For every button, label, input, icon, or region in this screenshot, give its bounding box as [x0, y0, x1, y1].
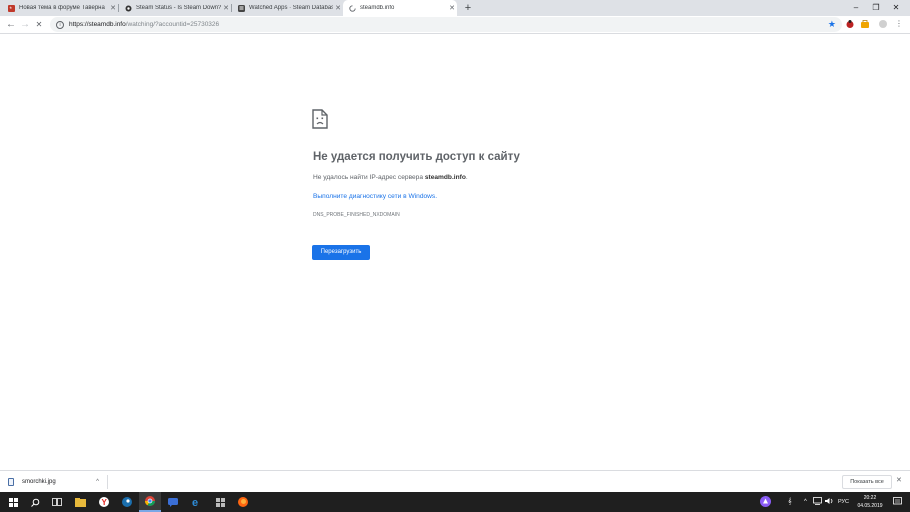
extension-ladybug-icon[interactable] — [845, 19, 855, 29]
new-tab-button[interactable]: + — [462, 1, 474, 15]
clock-time: 20:22 — [863, 495, 877, 501]
tab-title: Watched Apps · Steam Database — [249, 5, 333, 11]
site-info-icon[interactable]: i — [56, 20, 64, 29]
forum-favicon: * — [8, 4, 15, 12]
volume-tray-icon[interactable] — [825, 497, 834, 509]
download-shelf: smorchki.jpg ^ Показать все ✕ — [0, 470, 910, 492]
tab-title: Новая тема в форуме Таверна — [19, 5, 105, 11]
steam-icon[interactable] — [116, 492, 138, 512]
download-file-name: smorchki.jpg — [22, 479, 56, 485]
tab-steam-status[interactable]: Steam Status - Is Steam Down? ✕ — [119, 0, 231, 16]
error-code: DNS_PROBE_FINISHED_NXDOMAIN — [313, 212, 400, 218]
tab-watched-apps[interactable]: Watched Apps · Steam Database ✕ — [232, 0, 343, 16]
tab-strip: * Новая тема в форуме Таверна ✕ Steam St… — [0, 0, 910, 16]
tray-overflow-chevron-icon[interactable]: ^ — [804, 497, 807, 507]
address-bar[interactable]: i https://steamdb.info/watching/?account… — [50, 17, 842, 32]
extension-bag-icon[interactable] — [860, 19, 870, 29]
error-description-end: . — [465, 174, 468, 181]
chevron-up-icon[interactable]: ^ — [96, 479, 99, 485]
back-button[interactable]: ← — [4, 18, 18, 32]
language-indicator[interactable]: РУС — [838, 497, 849, 507]
svg-text:Y: Y — [102, 498, 108, 507]
windows-start-icon[interactable] — [2, 492, 24, 512]
tab-steamdb-active[interactable]: steamdb.info ✕ — [343, 0, 457, 16]
tab-forum[interactable]: * Новая тема в форуме Таверна ✕ — [2, 0, 118, 16]
url-path: /watching/?accountid=25730326 — [125, 21, 220, 28]
clock-date: 04.05.2019 — [857, 503, 883, 509]
tab-close-icon[interactable]: ✕ — [447, 4, 457, 12]
close-shelf-icon[interactable]: ✕ — [896, 476, 902, 484]
error-title: Не удается получить доступ к сайту — [313, 151, 520, 163]
steamdb-favicon — [238, 4, 245, 12]
edge-icon[interactable]: e — [186, 492, 208, 512]
image-file-icon — [8, 478, 14, 486]
notifications-icon[interactable] — [893, 497, 902, 510]
windows-taskbar: Y e 𝄞 ^ РУС 20:22 04.05.2019 — [0, 492, 910, 512]
menu-kebab-icon[interactable]: ⋮ — [894, 19, 904, 29]
error-description: Не удалось найти IP-адрес сервера steamd… — [313, 174, 468, 181]
chrome-icon[interactable] — [139, 492, 161, 512]
url-text[interactable]: https://steamdb.info/watching/?accountid… — [69, 21, 219, 28]
network-diagnostics-link[interactable]: Выполните диагностику сети в Windows. — [313, 193, 437, 200]
network-tray-icon[interactable] — [813, 497, 822, 509]
steam-gear-favicon — [125, 5, 132, 12]
app-grid-icon[interactable] — [209, 492, 231, 512]
svg-text:e: e — [192, 497, 198, 507]
loading-spinner-favicon — [349, 4, 356, 12]
assistant-tray-icon[interactable] — [760, 496, 771, 511]
yandex-browser-icon[interactable]: Y — [93, 492, 115, 512]
sad-page-icon — [312, 109, 328, 129]
stop-loading-button[interactable]: ✕ — [32, 18, 46, 32]
forward-button[interactable]: → — [18, 18, 32, 32]
maximize-button[interactable]: ❐ — [866, 0, 886, 16]
extension-gray-icon[interactable] — [878, 19, 888, 29]
error-description-text: Не удалось найти IP-адрес сервера — [313, 174, 425, 181]
error-host: steamdb.info — [424, 174, 466, 181]
tab-title: steamdb.info — [360, 5, 395, 11]
browser-toolbar: ← → ✕ i https://steamdb.info/watching/?a… — [0, 16, 910, 34]
tab-title: Steam Status - Is Steam Down? — [136, 5, 221, 11]
tab-close-icon[interactable]: ✕ — [333, 4, 343, 12]
minimize-button[interactable]: – — [846, 0, 866, 16]
search-icon[interactable] — [24, 492, 46, 512]
system-clock[interactable]: 20:22 04.05.2019 — [852, 494, 888, 510]
tab-close-icon[interactable]: ✕ — [221, 4, 231, 12]
reload-button[interactable]: Перезагрузить — [312, 245, 370, 260]
close-window-button[interactable]: ✕ — [886, 0, 906, 16]
url-host: https://steamdb.info — [69, 21, 126, 28]
people-tray-icon[interactable]: 𝄞 — [788, 497, 792, 507]
download-item[interactable]: smorchki.jpg ^ — [8, 475, 108, 489]
task-view-icon[interactable] — [46, 492, 68, 512]
firefox-icon[interactable] — [232, 492, 254, 512]
file-explorer-icon[interactable] — [69, 492, 91, 512]
bookmark-star-icon[interactable]: ★ — [828, 19, 836, 29]
show-all-downloads-button[interactable]: Показать все — [842, 475, 892, 489]
tab-close-icon[interactable]: ✕ — [108, 4, 118, 12]
messenger-icon[interactable] — [162, 492, 184, 512]
